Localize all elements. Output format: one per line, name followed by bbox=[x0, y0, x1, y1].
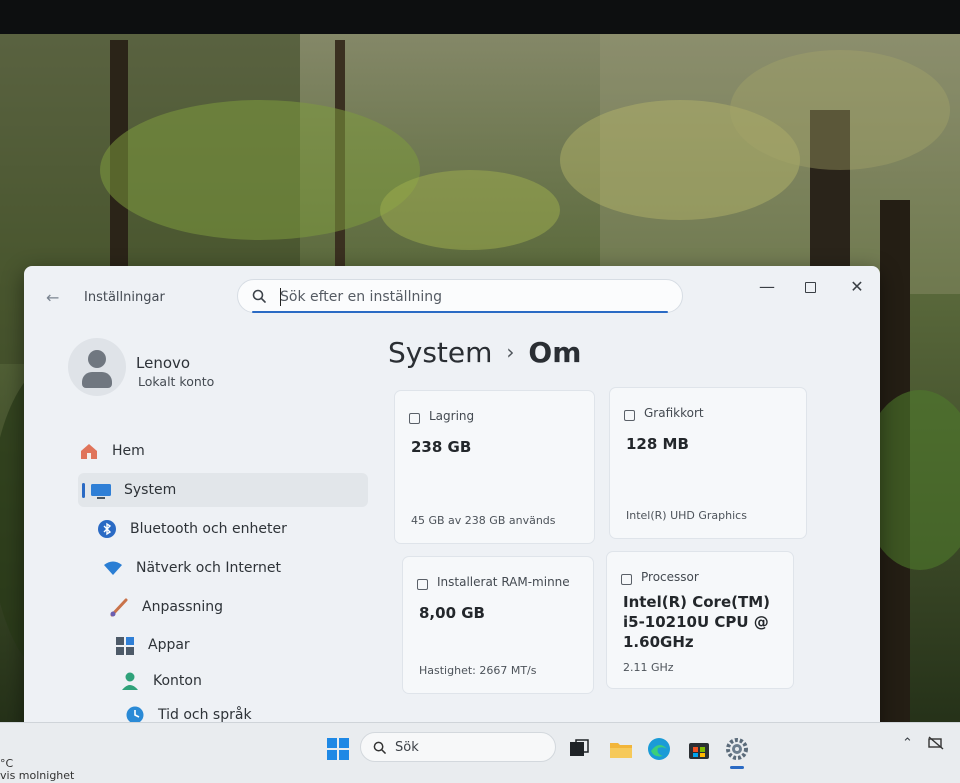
weather-widget[interactable]: °C vis molnighet bbox=[0, 758, 74, 782]
page-title: Om bbox=[528, 336, 582, 369]
ram-card[interactable]: Installerat RAM-minne 8,00 GB Hastighet:… bbox=[402, 556, 594, 694]
close-icon[interactable]: ✕ bbox=[844, 276, 870, 298]
screen-bezel bbox=[0, 0, 960, 34]
cpu-line: Intel(R) Core(TM) bbox=[623, 593, 770, 611]
title-bar: ← Inställningar — ✕ bbox=[24, 266, 880, 326]
sidebar-item-network[interactable]: Nätverk och Internet bbox=[102, 551, 392, 585]
weather-desc: vis molnighet bbox=[0, 769, 75, 782]
sidebar-item-home[interactable]: Hem bbox=[78, 434, 368, 468]
card-footer: 2.11 GHz bbox=[623, 661, 674, 674]
card-label: Processor bbox=[641, 570, 699, 584]
sidebar-item-label: Nätverk och Internet bbox=[136, 560, 281, 576]
breadcrumb-parent[interactable]: System bbox=[388, 336, 492, 369]
store-icon[interactable] bbox=[686, 736, 712, 762]
cpu-line: 1.60GHz bbox=[623, 633, 694, 651]
sidebar-item-label: Hem bbox=[112, 443, 145, 459]
taskbar-search[interactable]: Sök bbox=[360, 732, 556, 762]
home-icon bbox=[78, 440, 100, 462]
search-box[interactable] bbox=[237, 279, 683, 313]
active-indicator bbox=[82, 483, 85, 498]
card-footer: Intel(R) UHD Graphics bbox=[626, 509, 747, 522]
apps-icon bbox=[114, 634, 136, 656]
card-footer: Hastighet: 2667 MT/s bbox=[419, 664, 537, 677]
file-explorer-icon[interactable] bbox=[608, 736, 634, 762]
card-label: Lagring bbox=[429, 409, 475, 423]
sidebar-item-label: Bluetooth och enheter bbox=[130, 521, 287, 537]
card-value: 128 MB bbox=[626, 435, 689, 453]
card-value: 8,00 GB bbox=[419, 604, 485, 622]
card-value: Intel(R) Core(TM) i5-10210U CPU @ 1.60GH… bbox=[623, 592, 770, 652]
brush-icon bbox=[108, 596, 130, 618]
bluetooth-icon bbox=[96, 518, 118, 540]
account-icon bbox=[119, 670, 141, 692]
gpu-card[interactable]: Grafikkort 128 MB Intel(R) UHD Graphics bbox=[609, 387, 807, 539]
task-view-icon[interactable] bbox=[566, 736, 592, 762]
taskbar-search-label: Sök bbox=[395, 740, 419, 755]
minimize-icon[interactable]: — bbox=[754, 276, 780, 298]
card-value: 238 GB bbox=[411, 438, 472, 456]
cpu-card[interactable]: Processor Intel(R) Core(TM) i5-10210U CP… bbox=[606, 551, 794, 689]
monitor-icon bbox=[90, 479, 112, 501]
edge-icon[interactable] bbox=[646, 736, 672, 762]
active-app-indicator bbox=[730, 766, 744, 769]
account-type: Lokalt konto bbox=[138, 374, 215, 389]
wifi-icon bbox=[102, 557, 124, 579]
sidebar-item-label: System bbox=[124, 482, 177, 498]
maximize-icon[interactable] bbox=[797, 276, 823, 298]
app-title: Inställningar bbox=[84, 290, 165, 305]
settings-window: ← Inställningar — ✕ Lenovo Lokalt konto … bbox=[24, 266, 880, 736]
network-offline-icon[interactable] bbox=[928, 736, 944, 754]
search-icon bbox=[252, 289, 266, 303]
breadcrumb: System › Om bbox=[388, 336, 581, 369]
chevron-right-icon: › bbox=[506, 340, 515, 364]
sidebar-item-accounts[interactable]: Konton bbox=[119, 664, 409, 698]
sidebar-item-personalization[interactable]: Anpassning bbox=[108, 590, 398, 624]
cpu-line: i5-10210U CPU @ bbox=[623, 613, 769, 631]
storage-card[interactable]: Lagring 238 GB 45 GB av 238 GB används bbox=[394, 390, 595, 544]
sidebar-item-system[interactable]: System bbox=[78, 473, 368, 507]
arrow-left-icon[interactable]: ← bbox=[46, 290, 59, 306]
sidebar-item-label: Appar bbox=[148, 637, 190, 653]
gpu-icon bbox=[624, 410, 635, 421]
sidebar-item-apps[interactable]: Appar bbox=[114, 628, 404, 662]
sidebar-item-label: Tid och språk bbox=[158, 707, 252, 723]
search-icon bbox=[373, 741, 386, 754]
taskbar: °C vis molnighet Sök ⌃ bbox=[0, 722, 960, 783]
search-input[interactable] bbox=[278, 286, 672, 308]
ram-icon bbox=[417, 579, 428, 590]
avatar bbox=[68, 338, 126, 396]
storage-icon bbox=[409, 413, 420, 424]
settings-icon[interactable] bbox=[724, 736, 750, 762]
windows-start-icon[interactable] bbox=[325, 736, 351, 762]
card-label: Grafikkort bbox=[644, 406, 704, 420]
chevron-up-icon[interactable]: ⌃ bbox=[902, 736, 913, 751]
user-name: Lenovo bbox=[136, 354, 191, 372]
cpu-icon bbox=[621, 574, 632, 585]
sidebar-item-label: Anpassning bbox=[142, 599, 224, 615]
card-label: Installerat RAM-minne bbox=[437, 575, 570, 589]
sidebar-item-bluetooth[interactable]: Bluetooth och enheter bbox=[96, 512, 386, 546]
sidebar-item-label: Konton bbox=[153, 673, 202, 689]
card-footer: 45 GB av 238 GB används bbox=[411, 514, 556, 527]
